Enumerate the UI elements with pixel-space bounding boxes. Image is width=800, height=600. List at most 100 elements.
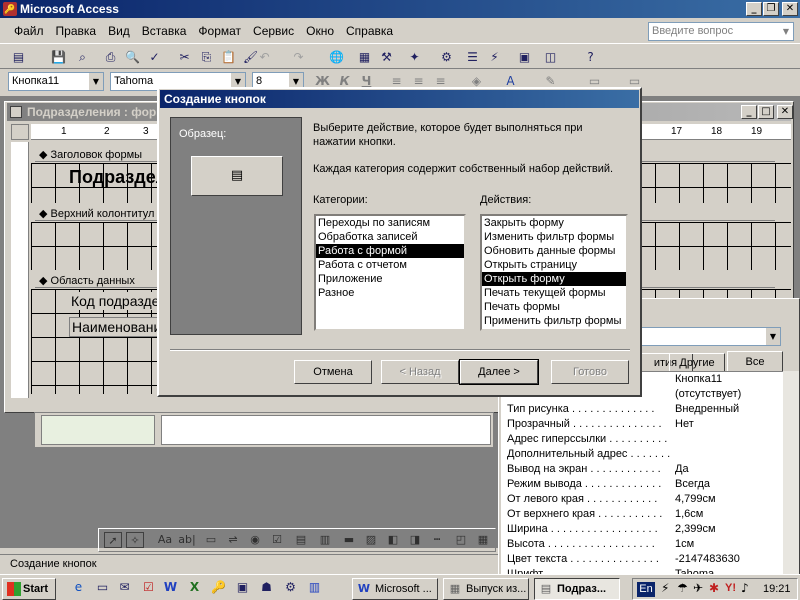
properties-icon[interactable]: ☰ [462,47,483,67]
list-item[interactable]: Переходы по записям [316,216,464,230]
property-row[interactable]: Адрес гиперссылки . . . . . . . . . . [501,432,783,447]
quicklaunch-desktop-icon[interactable]: ▭ [92,577,113,597]
autoformat-icon[interactable]: ✦ [404,47,425,67]
property-value[interactable]: Да [673,462,689,477]
language-indicator[interactable]: En [637,582,655,597]
combo-box-icon[interactable]: ▤ [292,532,310,548]
form-minimize-button[interactable]: _ [741,105,757,119]
property-row[interactable]: Вывод на экран . . . . . . . . . . . . Да [501,462,783,477]
quicklaunch-word-icon[interactable]: W [160,577,181,597]
subform-icon[interactable]: ▦ [474,532,492,548]
quicklaunch-ie-icon[interactable]: e [68,577,89,597]
undo-icon[interactable]: ↶ [254,47,275,67]
list-item[interactable]: Закрыть форму [482,216,626,230]
taskbar-button[interactable]: ▤ Подраз... [534,578,620,600]
property-row[interactable]: Прозрачный . . . . . . . . . . . . . . .… [501,417,783,432]
menu-item[interactable]: Справка [340,21,399,41]
property-value[interactable]: 1,6см [673,507,703,522]
list-item[interactable]: Печать формы [482,300,626,314]
label-tool-icon[interactable]: Aa [156,532,174,548]
list-item[interactable]: Обработка записей [316,230,464,244]
taskbar-button[interactable]: ▦ Выпуск из... [443,578,529,600]
object-combo[interactable]: Кнопка11 ▼ [8,72,104,91]
spelling-icon[interactable]: ✓ [144,47,165,67]
chevron-down-icon[interactable]: ▼ [89,73,103,90]
finish-button[interactable]: Готово [551,360,629,384]
tab-control-icon[interactable]: ◰ [452,532,470,548]
select-objects-icon[interactable]: ➚ [104,532,122,548]
categories-list[interactable]: Переходы по записям Обработка записей Рабо… [314,214,466,331]
list-box-icon[interactable]: ▥ [316,532,334,548]
next-button[interactable]: Далее > [459,359,539,385]
property-value[interactable]: Кнопка11 [673,372,722,387]
cancel-button[interactable]: Отмена [294,360,372,384]
tray-icon[interactable]: ☂ [677,581,688,595]
list-item[interactable]: Обновить данные формы [482,244,626,258]
menu-item[interactable]: Файл [8,21,50,41]
print-preview-icon[interactable]: 🔍 [122,47,143,67]
chevron-down-icon[interactable]: ▼ [779,23,793,40]
list-item[interactable]: Применить фильтр формы [482,314,626,328]
property-row[interactable]: От левого края . . . . . . . . . . . . 4,… [501,492,783,507]
back-button[interactable]: < Назад [381,360,459,384]
quicklaunch-net-icon[interactable]: ☗ [256,577,277,597]
new-object-icon[interactable]: ◫ [540,47,561,67]
list-item[interactable]: Работа с отчетом [316,258,464,272]
yahoo-icon[interactable]: Y! [725,582,736,594]
checkbox-icon[interactable]: ☑ [268,532,286,548]
list-item[interactable]: Изменить фильтр формы [482,230,626,244]
help-icon[interactable]: ? [580,47,601,67]
properties-object-combo[interactable]: ▼ [639,327,781,346]
property-value[interactable]: 4,799см [673,492,716,507]
quicklaunch-mail-icon[interactable]: ✉ [114,577,135,597]
chevron-down-icon[interactable]: ▼ [766,328,780,345]
quicklaunch-excel-icon[interactable]: X [184,577,205,597]
start-button[interactable]: Start [2,578,56,600]
restore-button[interactable]: ❐ [763,2,779,16]
toggle-button-icon[interactable]: ⇌ [224,532,242,548]
build-icon[interactable]: ⚡ [484,47,505,67]
toolbox-icon[interactable]: ⚒ [376,47,397,67]
clock[interactable]: 19:21 [763,583,791,595]
page-break-icon[interactable]: ┅ [428,532,446,548]
property-value[interactable]: Нет [673,417,694,432]
field-list-icon[interactable]: ▦ [354,47,375,67]
property-row[interactable]: От верхнего края . . . . . . . . . . . 1,… [501,507,783,522]
list-item[interactable]: Открыть страницу [482,258,626,272]
menu-item[interactable]: Вид [102,21,136,41]
menu-item[interactable]: Окно [300,21,340,41]
command-button-icon[interactable]: ▬ [340,532,358,548]
copy-icon[interactable]: ⎘ [196,47,217,67]
list-item[interactable]: Приложение [316,272,464,286]
property-row[interactable]: Цвет текста . . . . . . . . . . . . . . … [501,552,783,567]
quicklaunch-access-icon[interactable]: 🔑 [208,577,229,597]
view-icon[interactable]: ▤ [8,47,29,67]
textbox-tool-icon[interactable]: ab| [178,532,196,548]
control-wizard-icon[interactable]: ✧ [126,532,144,548]
menu-item[interactable]: Сервис [247,21,300,41]
tray-icon[interactable]: ✈ [693,581,703,595]
property-value[interactable]: 2,399см [673,522,716,537]
property-row[interactable]: Режим вывода . . . . . . . . . . . . . Вс… [501,477,783,492]
list-item[interactable]: Печать текущей формы [482,286,626,300]
option-group-icon[interactable]: ▭ [202,532,220,548]
cut-icon[interactable]: ✂ [174,47,195,67]
property-value[interactable]: (отсутствует) [673,387,741,402]
property-row[interactable]: Дополнительный адрес . . . . . . . [501,447,783,462]
list-item[interactable]: Открыть форму [482,272,626,286]
speaker-icon[interactable]: ♪ [741,581,749,595]
quicklaunch-book-icon[interactable]: ▥ [304,577,325,597]
property-value[interactable]: 1см [673,537,694,552]
quicklaunch-tool-icon[interactable]: ⚙ [280,577,301,597]
search-file-icon[interactable]: ⌕ [72,47,93,67]
database-window-icon[interactable]: ▣ [514,47,535,67]
properties-scrollbar[interactable] [783,371,799,577]
code-icon[interactable]: ⚙ [436,47,457,67]
tab-all[interactable]: Все [727,351,783,371]
property-value[interactable]: -2147483630 [673,552,740,567]
print-icon[interactable]: ⎙ [100,47,121,67]
bound-frame-icon[interactable]: ◨ [406,532,424,548]
form-close-button[interactable]: ✕ [777,105,793,119]
unbound-frame-icon[interactable]: ◧ [384,532,402,548]
redo-icon[interactable]: ↷ [288,47,309,67]
